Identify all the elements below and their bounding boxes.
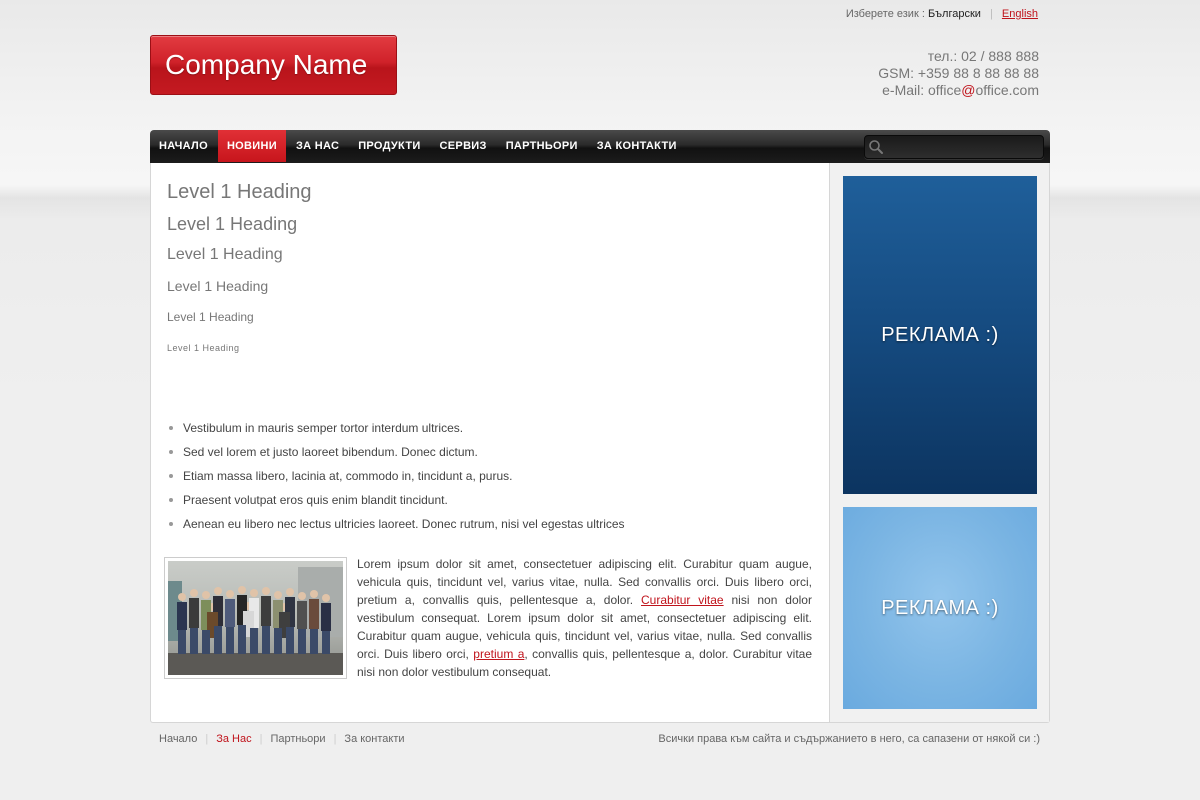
- footer-navigation: Начало | За Нас | Партньори | За контакти: [159, 733, 405, 745]
- language-english-link[interactable]: English: [1002, 8, 1038, 20]
- nav-item-news[interactable]: НОВИНИ: [217, 130, 286, 162]
- contact-info: тел.: 02 / 888 888 GSM: +359 88 8 88 88 …: [878, 48, 1039, 99]
- company-logo[interactable]: Company Name: [150, 35, 397, 95]
- footer-link-partners[interactable]: Партньори: [270, 733, 325, 745]
- contact-gsm: GSM: +359 88 8 88 88 88: [878, 65, 1039, 81]
- heading-level-1: Level 1 Heading: [167, 181, 312, 203]
- list-item: Aenean eu libero nec lectus ultricies la…: [167, 512, 625, 536]
- group-photo[interactable]: [168, 561, 343, 675]
- group-photo-frame: [164, 557, 347, 679]
- list-item: Vestibulum in mauris semper tortor inter…: [167, 416, 625, 440]
- heading-level-3: Level 1 Heading: [167, 246, 283, 263]
- bullet-list: Vestibulum in mauris semper tortor inter…: [167, 416, 625, 536]
- list-item: Sed vel lorem et justo laoreet bibendum.…: [167, 440, 625, 464]
- contact-email: e-Mail: office@office.com: [882, 82, 1039, 98]
- language-prompt: Изберете език :: [845, 8, 925, 20]
- intro-paragraph: Lorem ipsum dolor sit amet, consectetuer…: [357, 557, 812, 679]
- heading-level-2: Level 1 Heading: [167, 214, 298, 234]
- copyright-text: Всички права към сайта и съдържанието в …: [658, 733, 1040, 745]
- footer-link-contacts[interactable]: За контакти: [344, 733, 404, 745]
- nav-item-about[interactable]: ЗА НАС: [287, 130, 348, 162]
- language-selector: Изберете език : Български | English: [846, 8, 1038, 20]
- search-icon[interactable]: [868, 139, 884, 155]
- heading-level-5: Level 1 Heading: [167, 310, 254, 324]
- search-box: [864, 135, 1044, 159]
- search-input[interactable]: [887, 138, 1037, 156]
- list-item: Praesent volutpat eros quis enim blandit…: [167, 488, 625, 512]
- language-current[interactable]: Български: [928, 8, 981, 20]
- footer-link-home[interactable]: Начало: [159, 733, 197, 745]
- footer-link-about[interactable]: За Нас: [216, 733, 251, 745]
- contact-phone: тел.: 02 / 888 888: [927, 48, 1039, 64]
- list-item: Etiam massa libero, lacinia at, commodo …: [167, 464, 625, 488]
- advertisement-banner-bottom[interactable]: РЕКЛАМА :): [843, 507, 1037, 709]
- paragraph-link-curabitur[interactable]: Curabitur vitae: [641, 593, 724, 607]
- heading-level-6: Level 1 Heading: [167, 343, 240, 353]
- content-box: Level 1 Heading Level 1 Heading Level 1 …: [150, 163, 1050, 723]
- advertisement-banner-top[interactable]: РЕКЛАМА :): [843, 176, 1037, 494]
- nav-item-contacts[interactable]: ЗА КОНТАКТИ: [588, 130, 686, 162]
- nav-item-service[interactable]: СЕРВИЗ: [431, 130, 496, 162]
- heading-level-4: Level 1 Heading: [167, 278, 269, 294]
- page-wrapper: Изберете език : Български | English Comp…: [150, 0, 1050, 800]
- main-navigation: НАЧАЛО НОВИНИ ЗА НАС ПРОДУКТИ СЕРВИЗ ПАР…: [150, 130, 1050, 164]
- sidebar: РЕКЛАМА :) РЕКЛАМА :): [829, 163, 1049, 722]
- nav-item-products[interactable]: ПРОДУКТИ: [349, 130, 429, 162]
- paragraph-link-pretium[interactable]: pretium a: [473, 647, 524, 661]
- nav-item-home[interactable]: НАЧАЛО: [150, 130, 217, 162]
- language-divider: |: [990, 8, 993, 20]
- nav-item-partners[interactable]: ПАРТНЬОРИ: [497, 130, 587, 162]
